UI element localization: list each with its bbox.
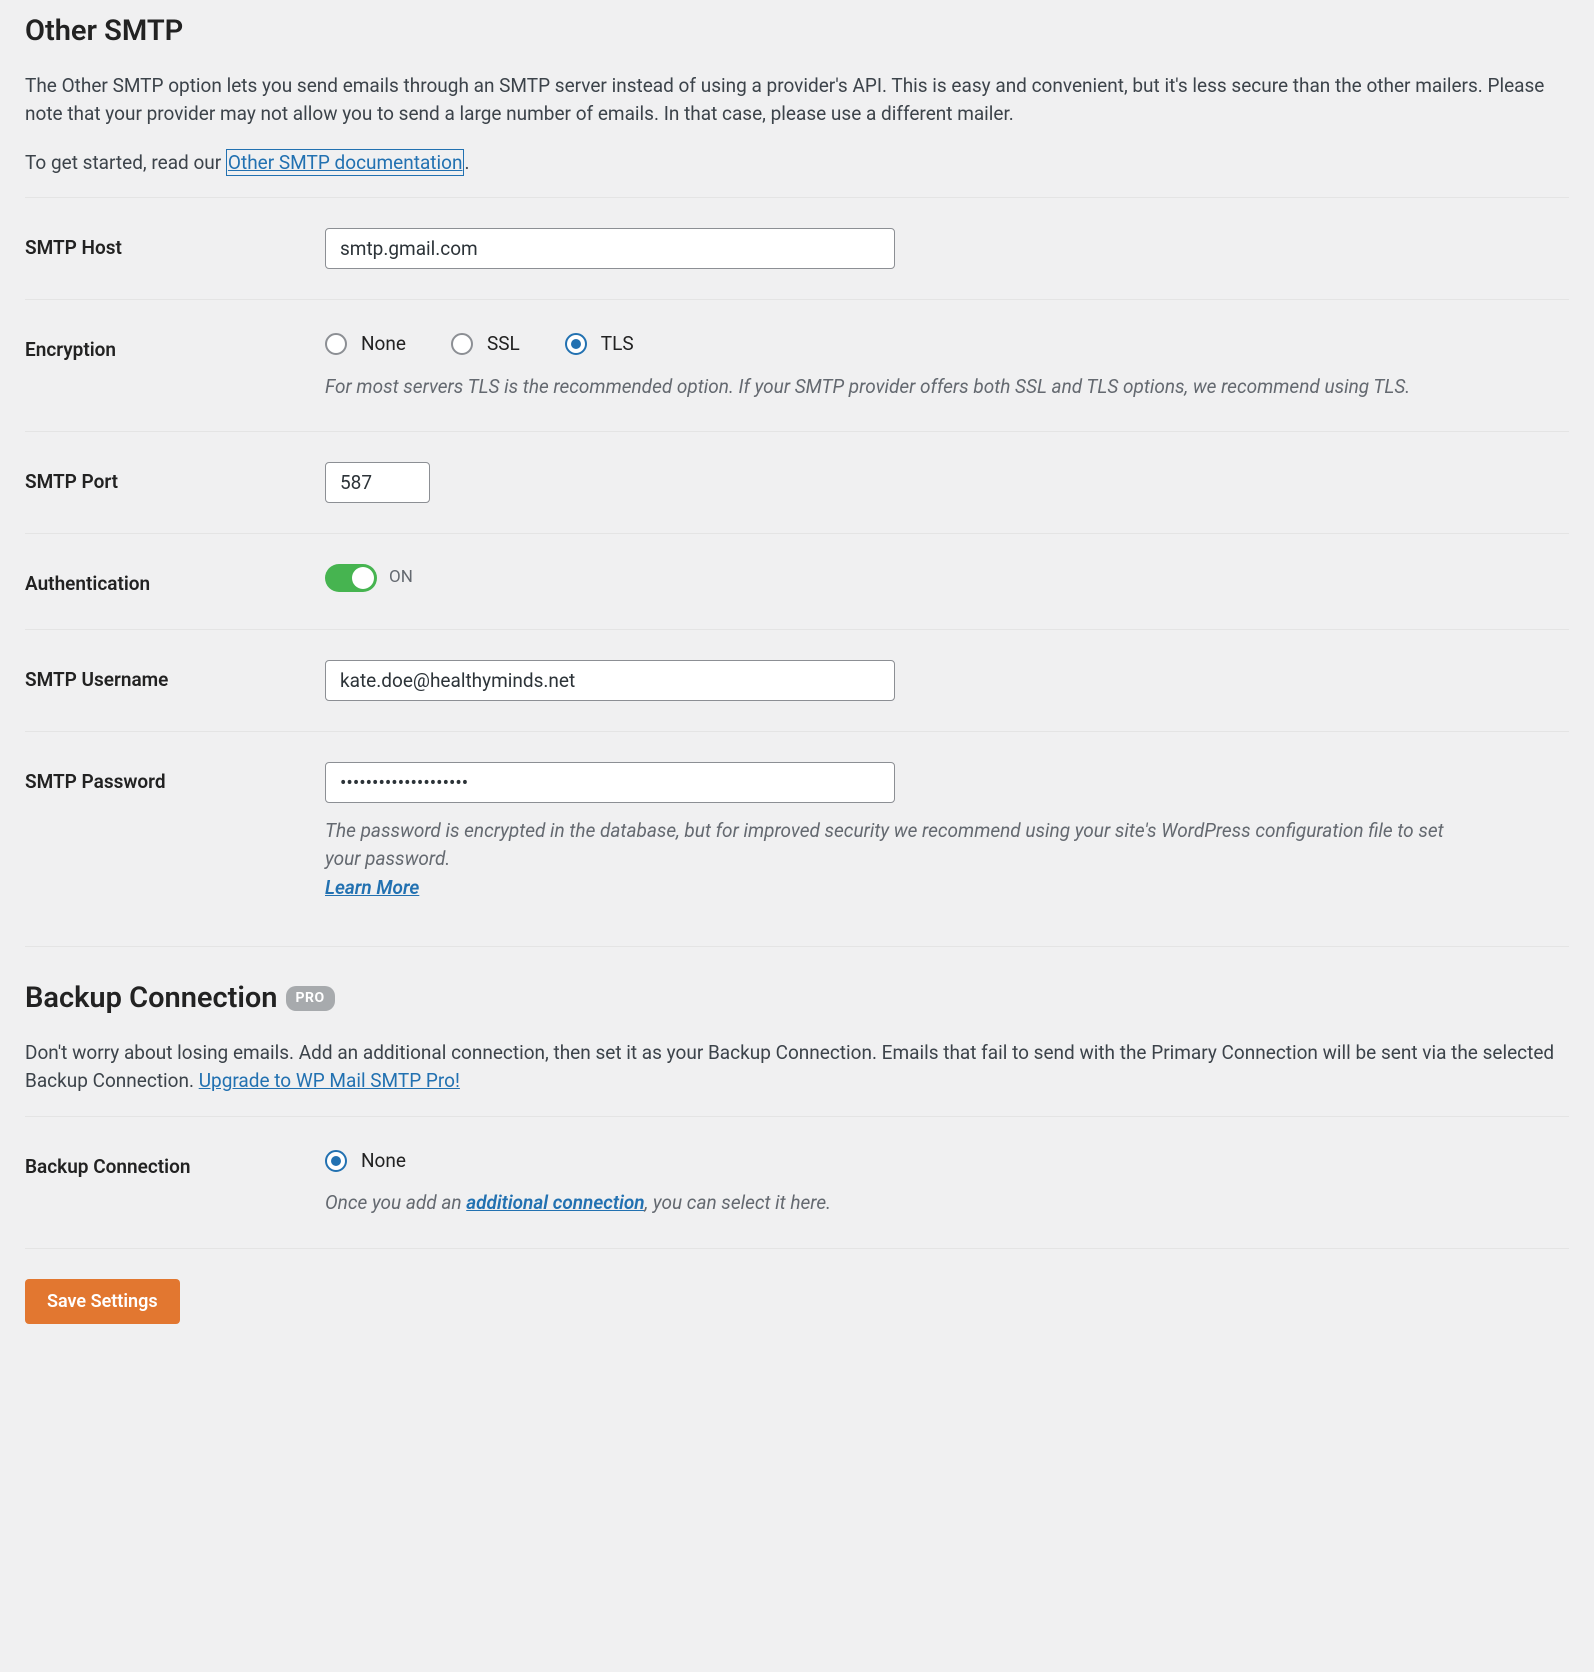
upgrade-pro-link[interactable]: Upgrade to WP Mail SMTP Pro! bbox=[199, 1069, 460, 1092]
radio-icon bbox=[325, 333, 347, 355]
backup-title-row: Backup Connection PRO bbox=[25, 977, 1569, 1021]
backup-desc-paragraph: Don't worry about losing emails. Add an … bbox=[25, 1039, 1569, 1096]
backup-description: Don't worry about losing emails. Add an … bbox=[25, 1039, 1569, 1096]
row-authentication: Authentication ON bbox=[25, 533, 1569, 629]
backup-help-suffix: , you can select it here. bbox=[645, 1191, 831, 1214]
radio-label-ssl: SSL bbox=[487, 330, 520, 359]
backup-radio-none[interactable]: None bbox=[325, 1147, 406, 1176]
radio-icon-selected bbox=[325, 1150, 347, 1172]
smtp-host-input[interactable] bbox=[325, 228, 895, 269]
radio-label-tls: TLS bbox=[601, 330, 634, 359]
control-backup-connection: None Once you add an additional connecti… bbox=[325, 1147, 1569, 1218]
label-smtp-host: SMTP Host bbox=[25, 228, 325, 263]
auth-toggle-wrap: ON bbox=[325, 564, 1569, 592]
row-encryption: Encryption None SSL TLS For most servers… bbox=[25, 299, 1569, 431]
encryption-radio-tls[interactable]: TLS bbox=[565, 330, 634, 359]
backup-help-prefix: Once you add an bbox=[325, 1191, 466, 1214]
section-title-other-smtp: Other SMTP bbox=[25, 10, 1569, 54]
other-smtp-section: Other SMTP The Other SMTP option lets yo… bbox=[25, 0, 1569, 932]
smtp-port-input[interactable] bbox=[325, 462, 430, 503]
label-authentication: Authentication bbox=[25, 564, 325, 599]
label-backup-connection: Backup Connection bbox=[25, 1147, 325, 1182]
label-smtp-password: SMTP Password bbox=[25, 762, 325, 797]
label-smtp-port: SMTP Port bbox=[25, 462, 325, 497]
encryption-radio-none[interactable]: None bbox=[325, 330, 406, 359]
desc2-prefix: To get started, read our bbox=[25, 151, 226, 174]
control-smtp-host bbox=[325, 228, 1569, 269]
toggle-knob bbox=[352, 567, 374, 589]
password-help-text: The password is encrypted in the databas… bbox=[325, 817, 1445, 903]
control-smtp-port bbox=[325, 462, 1569, 503]
radio-label-none: None bbox=[361, 330, 406, 359]
control-encryption: None SSL TLS For most servers TLS is the… bbox=[325, 330, 1569, 401]
backup-radio-group: None bbox=[325, 1147, 1569, 1176]
auth-toggle[interactable] bbox=[325, 564, 377, 592]
auth-toggle-state: ON bbox=[389, 565, 413, 591]
row-smtp-host: SMTP Host bbox=[25, 197, 1569, 299]
save-settings-button[interactable]: Save Settings bbox=[25, 1279, 180, 1324]
section-title-backup: Backup Connection bbox=[25, 977, 278, 1021]
smtp-username-input[interactable] bbox=[325, 660, 895, 701]
control-smtp-username bbox=[325, 660, 1569, 701]
other-smtp-docs-link[interactable]: Other SMTP documentation bbox=[226, 149, 465, 176]
control-authentication: ON bbox=[325, 564, 1569, 592]
desc-paragraph-1: The Other SMTP option lets you send emai… bbox=[25, 72, 1569, 129]
additional-connection-link[interactable]: additional connection bbox=[466, 1191, 644, 1214]
desc2-suffix: . bbox=[464, 151, 469, 174]
label-encryption: Encryption bbox=[25, 330, 325, 365]
password-learn-more-link[interactable]: Learn More bbox=[325, 876, 419, 899]
label-smtp-username: SMTP Username bbox=[25, 660, 325, 695]
row-smtp-password: SMTP Password The password is encrypted … bbox=[25, 731, 1569, 933]
password-help-body: The password is encrypted in the databas… bbox=[325, 819, 1444, 871]
backup-help-text: Once you add an additional connection, y… bbox=[325, 1189, 1445, 1218]
smtp-password-input[interactable] bbox=[325, 762, 895, 803]
save-row: Save Settings bbox=[25, 1248, 1569, 1354]
control-smtp-password: The password is encrypted in the databas… bbox=[325, 762, 1569, 903]
pro-badge: PRO bbox=[286, 986, 335, 1011]
encryption-radio-ssl[interactable]: SSL bbox=[451, 330, 520, 359]
row-smtp-username: SMTP Username bbox=[25, 629, 1569, 731]
row-backup-connection: Backup Connection None Once you add an a… bbox=[25, 1116, 1569, 1248]
backup-radio-label-none: None bbox=[361, 1147, 406, 1176]
radio-icon bbox=[451, 333, 473, 355]
encryption-radio-group: None SSL TLS bbox=[325, 330, 1569, 359]
row-smtp-port: SMTP Port bbox=[25, 431, 1569, 533]
radio-icon-selected bbox=[565, 333, 587, 355]
other-smtp-description: The Other SMTP option lets you send emai… bbox=[25, 72, 1569, 178]
backup-connection-section: Backup Connection PRO Don't worry about … bbox=[25, 932, 1569, 1354]
encryption-help-text: For most servers TLS is the recommended … bbox=[325, 373, 1445, 402]
desc-paragraph-2: To get started, read our Other SMTP docu… bbox=[25, 149, 1569, 178]
